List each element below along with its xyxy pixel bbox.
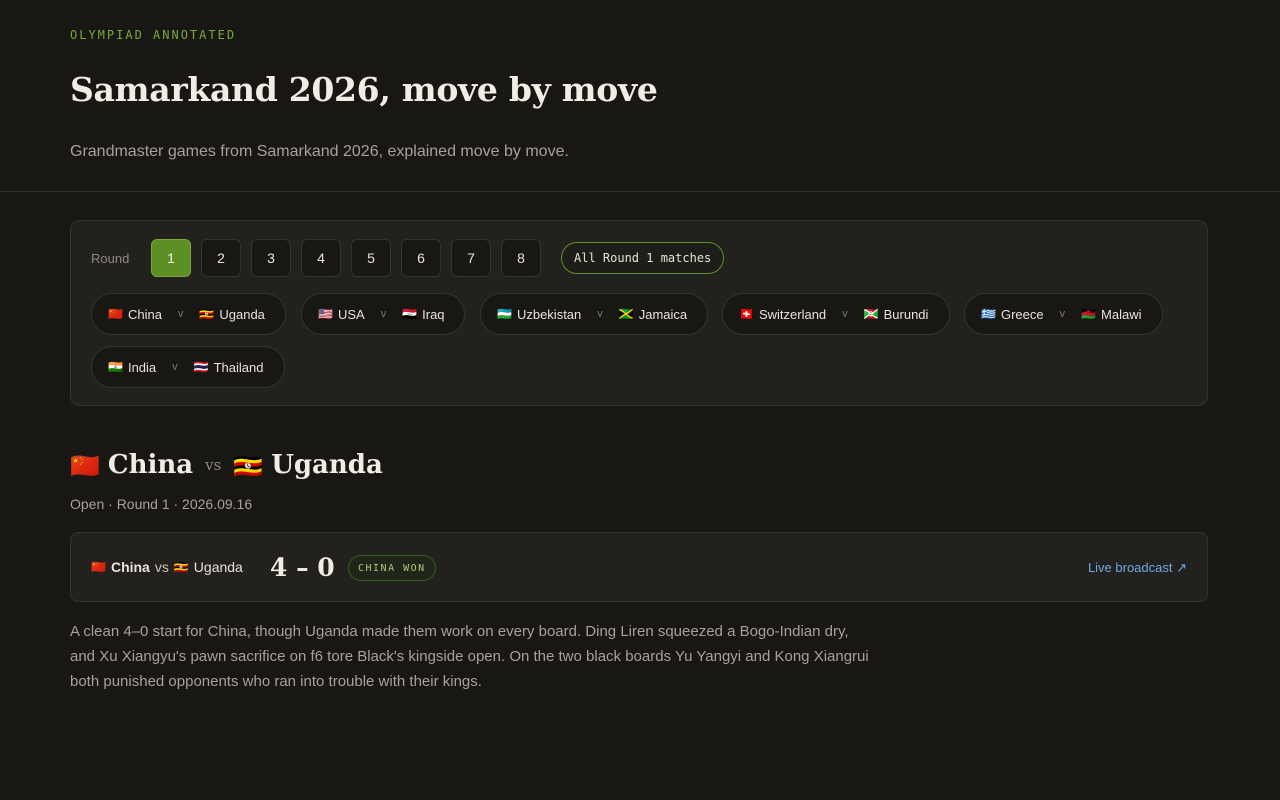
- result-vs: vs: [154, 559, 169, 575]
- all-round-matches-button[interactable]: All Round 1 matches: [561, 242, 725, 274]
- result-badge: CHINA WON: [348, 555, 436, 581]
- match-separator: v: [597, 308, 603, 320]
- uzbekistan-flag-icon: 🇺🇿: [497, 307, 512, 321]
- match-home-team: Greece: [1000, 306, 1044, 322]
- match-separator: v: [1059, 308, 1066, 320]
- round-button-7[interactable]: 7: [451, 239, 491, 277]
- match-separator: v: [380, 308, 387, 320]
- game-home-team: China: [107, 450, 194, 480]
- match-separator: v: [172, 361, 178, 373]
- game-meta: Open · Round 1 · 2026.09.16: [70, 496, 253, 512]
- game-away-team: Uganda: [271, 450, 383, 480]
- result-home-team: China: [110, 559, 150, 575]
- china-flag-icon: 🇨🇳: [108, 307, 123, 321]
- burundi-flag-icon: 🇧🇮: [863, 307, 879, 321]
- page-title: Samarkand 2026, move by move: [70, 70, 658, 109]
- iraq-flag-icon: 🇮🇶: [402, 307, 418, 321]
- page-subtitle: Grandmaster games from Samarkand 2026, e…: [70, 143, 569, 160]
- match-away-team: Malawi: [1101, 306, 1142, 322]
- match-away-team: Burundi: [883, 306, 929, 322]
- round-button-4[interactable]: 4: [301, 239, 341, 277]
- match-separator: v: [842, 308, 848, 320]
- round-button-6[interactable]: 6: [401, 239, 441, 277]
- page-header: OLYMPIAD ANNOTATED Samarkand 2026, move …: [0, 0, 1280, 192]
- india-flag-icon: 🇮🇳: [108, 360, 123, 374]
- jamaica-flag-icon: 🇯🇲: [618, 307, 634, 321]
- match-home-team: India: [127, 359, 157, 375]
- game-title: 🇨🇳 China vs 🇺🇬 Uganda: [70, 450, 383, 480]
- malawi-flag-icon: 🇲🇼: [1081, 307, 1097, 321]
- kicker: OLYMPIAD ANNOTATED: [70, 28, 237, 42]
- match-score: 4 – 0: [270, 553, 335, 582]
- round-button-5[interactable]: 5: [351, 239, 391, 277]
- match-home-team: Uzbekistan: [516, 306, 582, 322]
- thailand-flag-icon: 🇹🇭: [193, 360, 209, 374]
- round-label: Round: [91, 250, 130, 266]
- match-pill-uzbekistan-jamaica[interactable]: 🇺🇿 Uzbekistan v 🇯🇲 Jamaica: [480, 293, 708, 335]
- result-teams: 🇨🇳 China vs 🇺🇬 Uganda: [91, 559, 243, 575]
- match-pill-switzerland-burundi[interactable]: 🇨🇭 Switzerland v 🇧🇮 Burundi: [722, 293, 950, 335]
- uganda-flag-icon: 🇺🇬: [233, 450, 264, 480]
- result-away-team: Uganda: [193, 559, 243, 575]
- uganda-flag-icon: 🇺🇬: [173, 560, 189, 574]
- match-home-team: China: [127, 306, 162, 322]
- china-flag-icon: 🇨🇳: [70, 450, 100, 480]
- greece-flag-icon: 🇬🇷: [981, 307, 996, 321]
- match-pill-greece-malawi[interactable]: 🇬🇷 Greece v 🇲🇼 Malawi: [964, 293, 1163, 335]
- round-button-1[interactable]: 1: [151, 239, 191, 277]
- usa-flag-icon: 🇺🇸: [318, 307, 333, 321]
- match-away-team: Jamaica: [638, 306, 688, 322]
- match-away-team: Iraq: [422, 306, 445, 322]
- game-summary: A clean 4–0 start for China, though Ugan…: [70, 623, 869, 690]
- round-selector-panel: Round 1 2 3 4 5 6 7 8 All Round 1 matche…: [70, 220, 1208, 406]
- match-away-team: Thailand: [213, 359, 264, 375]
- china-flag-icon: 🇨🇳: [91, 560, 106, 574]
- match-home-team: USA: [337, 306, 365, 322]
- uganda-flag-icon: 🇺🇬: [199, 307, 215, 321]
- match-pill-usa-iraq[interactable]: 🇺🇸 USA v 🇮🇶 Iraq: [301, 293, 465, 335]
- match-home-team: Switzerland: [758, 306, 827, 322]
- round-row: Round 1 2 3 4 5 6 7 8 All Round 1 matche…: [91, 239, 725, 277]
- result-card: 🇨🇳 China vs 🇺🇬 Uganda 4 – 0 CHINA WON Li…: [70, 532, 1208, 602]
- match-pill-china-uganda[interactable]: 🇨🇳 China v 🇺🇬 Uganda: [91, 293, 286, 335]
- round-button-3[interactable]: 3: [251, 239, 291, 277]
- live-broadcast-link[interactable]: Live broadcast ↗: [1088, 560, 1187, 576]
- round-button-8[interactable]: 8: [501, 239, 541, 277]
- match-away-team: Uganda: [219, 306, 265, 322]
- match-separator: v: [177, 308, 184, 320]
- game-vs: vs: [205, 456, 222, 474]
- round-button-2[interactable]: 2: [201, 239, 241, 277]
- switzerland-flag-icon: 🇨🇭: [739, 307, 754, 321]
- match-pill-india-thailand[interactable]: 🇮🇳 India v 🇹🇭 Thailand: [91, 346, 285, 388]
